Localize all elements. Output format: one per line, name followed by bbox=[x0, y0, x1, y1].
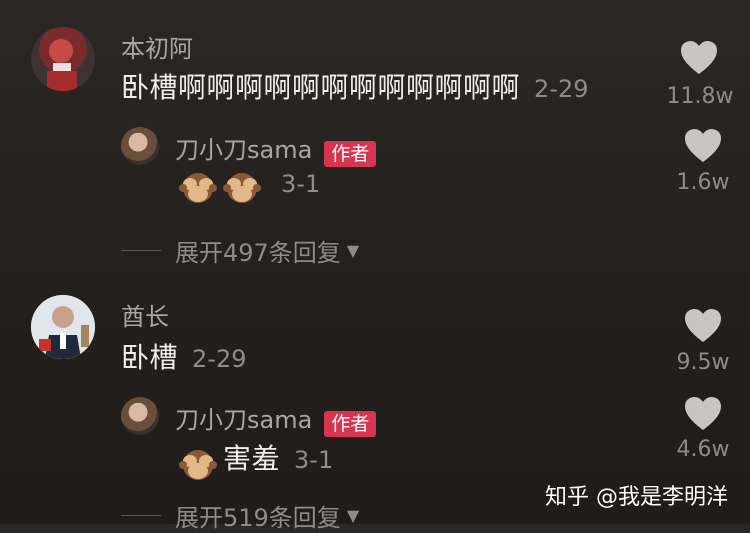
like-count: 11.8w bbox=[666, 84, 734, 109]
avatar-author-reply-1[interactable] bbox=[121, 127, 159, 165]
expand-replies-label[interactable]: 展开519条回复 bbox=[175, 498, 341, 533]
reply-header: 刀小刀sama 作者 bbox=[175, 130, 377, 167]
avatar-figure-icon bbox=[47, 39, 77, 91]
like-button[interactable] bbox=[679, 40, 719, 80]
comment-text: 卧槽 bbox=[121, 341, 179, 374]
reply-like-button[interactable] bbox=[683, 128, 723, 168]
reply-like-count: 4.6w bbox=[676, 437, 730, 462]
comment-body: 卧槽 2-29 bbox=[121, 336, 246, 376]
triangle-down-icon: ▼ bbox=[346, 241, 360, 260]
reply-header: 刀小刀sama 作者 bbox=[175, 400, 377, 437]
avatar-figure-icon bbox=[31, 295, 95, 359]
avatar-author-reply-2[interactable] bbox=[121, 397, 159, 435]
comment-date: 2-29 bbox=[192, 345, 247, 373]
triangle-down-icon: ▼ bbox=[346, 506, 360, 525]
like-button[interactable] bbox=[683, 308, 723, 348]
comment-date: 2-29 bbox=[534, 75, 589, 103]
divider bbox=[121, 515, 161, 516]
like-count: 9.5w bbox=[676, 350, 730, 375]
commenter-name[interactable]: 酋长 bbox=[121, 297, 169, 332]
reply-author-name[interactable]: 刀小刀sama bbox=[175, 406, 312, 434]
reply-text: 害羞 bbox=[223, 442, 281, 475]
reply-like-button[interactable] bbox=[683, 396, 723, 436]
expand-replies-label[interactable]: 展开497条回复 bbox=[175, 233, 341, 268]
comment-text: 卧槽啊啊啊啊啊啊啊啊啊啊啊啊 bbox=[121, 71, 521, 104]
heart-icon[interactable] bbox=[683, 308, 723, 344]
heart-icon[interactable] bbox=[683, 128, 723, 164]
reply-body: 3-1 bbox=[179, 168, 320, 206]
commenter-name[interactable]: 本初阿 bbox=[121, 29, 193, 64]
comment-body: 卧槽啊啊啊啊啊啊啊啊啊啊啊啊 2-29 bbox=[121, 66, 588, 106]
author-badge: 作者 bbox=[324, 410, 377, 437]
divider bbox=[121, 250, 161, 251]
avatar-commenter-1[interactable] bbox=[31, 27, 95, 91]
see-no-evil-monkey-emoji bbox=[179, 173, 217, 203]
reply-date: 3-1 bbox=[294, 446, 334, 474]
heart-icon[interactable] bbox=[679, 40, 719, 76]
reply-body: 害羞 3-1 bbox=[179, 437, 333, 483]
see-no-evil-monkey-emoji bbox=[179, 449, 217, 480]
reply-like-count: 1.6w bbox=[676, 170, 730, 195]
reply-date: 3-1 bbox=[281, 169, 321, 198]
zhihu-watermark: 知乎 @我是李明洋 bbox=[545, 485, 728, 510]
reply-author-name[interactable]: 刀小刀sama bbox=[175, 136, 312, 164]
heart-icon[interactable] bbox=[683, 396, 723, 432]
see-no-evil-monkey-emoji bbox=[223, 173, 261, 203]
expand-replies-button[interactable]: 展开497条回复 ▼ bbox=[121, 233, 359, 268]
expand-replies-button[interactable]: 展开519条回复 ▼ bbox=[121, 498, 359, 533]
avatar-commenter-2[interactable] bbox=[31, 295, 95, 359]
author-badge: 作者 bbox=[324, 140, 377, 167]
